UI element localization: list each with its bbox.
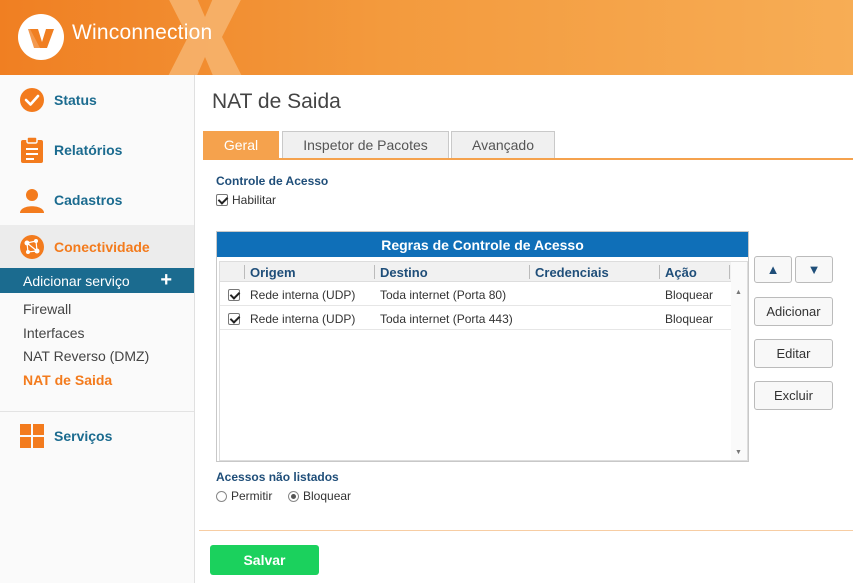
- column-header-acao[interactable]: Ação: [665, 265, 697, 280]
- sidebar-item-label: Status: [54, 92, 97, 108]
- enable-checkbox[interactable]: [216, 194, 228, 206]
- user-icon: [18, 186, 46, 214]
- sidebar-item-label: Serviços: [54, 428, 113, 444]
- add-button[interactable]: Adicionar: [754, 297, 833, 326]
- grid-title: Regras de Controle de Acesso: [217, 232, 748, 257]
- sidebar-item-servicos[interactable]: Serviços: [0, 411, 194, 461]
- tab-avancado[interactable]: Avançado: [451, 131, 555, 158]
- cell-origem: Rede interna (UDP): [250, 288, 356, 302]
- allow-label: Permitir: [231, 489, 273, 503]
- unlisted-access-label: Acessos não listados: [216, 470, 339, 484]
- column-separator: [244, 265, 245, 279]
- enable-checkbox-row[interactable]: Habilitar: [216, 193, 276, 207]
- sidebar-subitem-interfaces[interactable]: Interfaces: [23, 325, 84, 341]
- sidebar-subitem-nat-reverso[interactable]: NAT Reverso (DMZ): [23, 348, 149, 364]
- brand-logo-icon: [18, 14, 64, 60]
- scroll-down-icon[interactable]: ▼: [735, 449, 742, 456]
- sidebar-item-cadastros[interactable]: Cadastros: [0, 175, 194, 225]
- sidebar-item-label: Relatórios: [54, 142, 123, 158]
- enable-label: Habilitar: [232, 193, 277, 207]
- sidebar-item-status[interactable]: Status: [0, 75, 194, 125]
- vertical-scrollbar[interactable]: ▲ ▼: [731, 262, 747, 460]
- table-row[interactable]: Rede interna (UDP) Toda internet (Porta …: [220, 283, 732, 306]
- page-title: NAT de Saida: [212, 90, 341, 113]
- delete-button[interactable]: Excluir: [754, 381, 833, 410]
- grid-body: Origem Destino Credenciais Ação Rede int…: [219, 261, 748, 461]
- sidebar-subitem-firewall[interactable]: Firewall: [23, 301, 71, 317]
- table-row[interactable]: Rede interna (UDP) Toda internet (Porta …: [220, 307, 732, 330]
- access-rules-grid: Regras de Controle de Acesso Origem Dest…: [216, 231, 749, 462]
- plus-icon: +: [160, 269, 172, 291]
- add-service-button[interactable]: Adicionar serviço +: [0, 268, 194, 293]
- tab-underline: [203, 158, 853, 160]
- tab-geral[interactable]: Geral: [203, 131, 279, 158]
- column-separator: [729, 265, 730, 279]
- sidebar: Status Relatórios Cadastros Conectividad…: [0, 75, 195, 583]
- block-label: Bloquear: [303, 489, 352, 503]
- allow-radio-row[interactable]: Permitir: [216, 489, 272, 503]
- check-circle-icon: [18, 86, 46, 114]
- access-control-label: Controle de Acesso: [216, 174, 329, 188]
- sidebar-item-label: Cadastros: [54, 192, 123, 208]
- column-header-destino[interactable]: Destino: [380, 265, 428, 280]
- sidebar-subitem-nat-de-saida[interactable]: NAT de Saida: [23, 372, 112, 388]
- tab-inspetor-de-pacotes[interactable]: Inspetor de Pacotes: [282, 131, 449, 158]
- row-checkbox[interactable]: [228, 313, 240, 325]
- allow-radio[interactable]: [216, 490, 227, 502]
- sidebar-item-conectividade[interactable]: Conectividade: [0, 225, 194, 268]
- column-separator: [659, 265, 660, 279]
- grid-header: Origem Destino Credenciais Ação: [220, 262, 732, 282]
- sidebar-item-label: Conectividade: [54, 238, 150, 255]
- column-separator: [374, 265, 375, 279]
- block-radio-row[interactable]: Bloquear: [288, 489, 351, 503]
- move-down-button[interactable]: ▼: [795, 256, 833, 283]
- scroll-up-icon[interactable]: ▲: [735, 289, 742, 296]
- cell-origem: Rede interna (UDP): [250, 312, 356, 326]
- row-checkbox[interactable]: [228, 289, 240, 301]
- brand-name: Winconnection: [72, 21, 213, 44]
- footer-divider: [199, 530, 853, 531]
- cell-destino: Toda internet (Porta 443): [380, 312, 513, 326]
- network-globe-icon: [18, 233, 46, 261]
- column-header-credenciais[interactable]: Credenciais: [535, 265, 609, 280]
- save-button[interactable]: Salvar: [210, 545, 319, 575]
- sidebar-item-relatorios[interactable]: Relatórios: [0, 125, 194, 175]
- cell-destino: Toda internet (Porta 80): [380, 288, 507, 302]
- column-header-origem[interactable]: Origem: [250, 265, 296, 280]
- add-service-label: Adicionar serviço: [23, 272, 130, 289]
- app-header: Winconnection: [0, 0, 853, 75]
- cell-acao: Bloquear: [665, 312, 714, 326]
- grid-squares-icon: [18, 422, 46, 450]
- edit-button[interactable]: Editar: [754, 339, 833, 368]
- move-up-button[interactable]: ▲: [754, 256, 792, 283]
- clipboard-icon: [18, 136, 46, 164]
- column-separator: [529, 265, 530, 279]
- cell-acao: Bloquear: [665, 288, 714, 302]
- block-radio[interactable]: [288, 490, 299, 502]
